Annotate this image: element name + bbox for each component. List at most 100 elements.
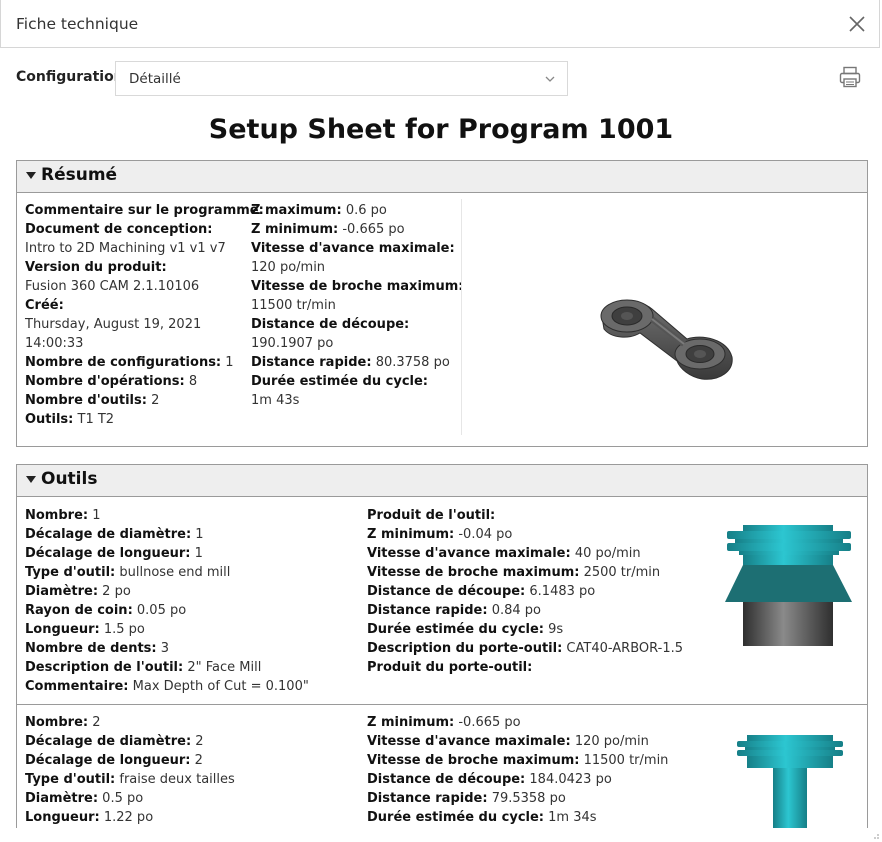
field-value: 0.6 po — [345, 203, 387, 218]
field-value: 11500 tr/min — [583, 753, 669, 768]
field-row: Décalage de diamètre: 1 — [25, 525, 309, 544]
field-label: Vitesse de broche maximum: — [367, 565, 580, 580]
part-image — [600, 299, 733, 380]
tools-panel-header[interactable]: Outils — [17, 465, 867, 497]
field-label: Décalage de longueur: — [25, 546, 191, 561]
field-label: Nombre d'opérations: — [25, 374, 185, 389]
field-row: 11500 tr/min — [251, 296, 463, 315]
print-icon[interactable] — [838, 65, 862, 89]
field-value: Thursday, August 19, 2021 — [25, 317, 202, 332]
field-label: Nombre de configurations: — [25, 355, 222, 370]
field-label: Produit du porte-outil: — [367, 660, 533, 675]
configuration-label: Configuration — [16, 69, 124, 85]
field-label: Z minimum: — [367, 715, 455, 730]
tools-panel-title: Outils — [41, 469, 98, 489]
tool1-left-column: Nombre: 1 Décalage de diamètre: 1 Décalage… — [25, 506, 309, 696]
field-row: Z minimum: -0.04 po — [367, 525, 683, 544]
setup-sheet-content[interactable]: Setup Sheet for Program 1001 Résumé Comm… — [0, 100, 882, 828]
field-row: 14:00:33 — [25, 334, 264, 353]
field-value: 1 — [194, 546, 203, 561]
field-label: Distance rapide: — [367, 603, 488, 618]
field-row: Commentaire sur le programme: — [25, 201, 264, 220]
field-value: 190.1907 po — [251, 336, 334, 351]
field-row: Distance rapide: 79.5358 po — [367, 789, 668, 808]
field-row: Produit du porte-outil: — [367, 658, 683, 677]
field-value: 14:00:33 — [25, 336, 84, 351]
field-label: Rayon de coin: — [25, 603, 133, 618]
field-value: 2500 tr/min — [583, 565, 661, 580]
configuration-select[interactable]: Détaillé — [115, 61, 568, 96]
field-row: 1m 43s — [251, 391, 463, 410]
field-row: Vitesse d'avance maximale: 40 po/min — [367, 544, 683, 563]
field-row: Longueur: 1.5 po — [25, 620, 309, 639]
summary-left-column: Commentaire sur le programme: Document de… — [25, 201, 264, 429]
field-label: Décalage de longueur: — [25, 753, 191, 768]
field-label: Décalage de diamètre: — [25, 527, 192, 542]
field-label: Description de l'outil: — [25, 660, 184, 675]
field-value: 120 po/min — [251, 260, 326, 275]
field-label: Nombre d'outils: — [25, 393, 147, 408]
field-label: Distance rapide: — [367, 791, 488, 806]
field-row: Description de l'outil: 2" Face Mill — [25, 658, 309, 677]
field-row: Outils: T1 T2 — [25, 410, 264, 429]
field-label: Type d'outil: — [25, 772, 116, 787]
title-bar: Fiche technique — [0, 0, 880, 48]
field-value: 2" Face Mill — [187, 660, 262, 675]
collapse-triangle-icon — [26, 476, 36, 483]
field-row: Distance de découpe: — [251, 315, 463, 334]
field-row: Vitesse de broche maximum: 2500 tr/min — [367, 563, 683, 582]
field-value: 0.5 po — [102, 791, 144, 806]
field-row: Distance de découpe: 184.0423 po — [367, 770, 668, 789]
field-value: Intro to 2D Machining v1 v1 v7 — [25, 241, 226, 256]
field-row: 190.1907 po — [251, 334, 463, 353]
field-value: 2 — [195, 734, 204, 749]
field-value: -0.665 po — [342, 222, 405, 237]
field-label: Z maximum: — [251, 203, 342, 218]
field-value: 79.5358 po — [491, 791, 566, 806]
field-value: 1m 43s — [251, 393, 300, 408]
tool2-image — [737, 735, 843, 828]
field-label: Durée estimée du cycle: — [367, 622, 544, 637]
field-value: 11500 tr/min — [251, 298, 336, 313]
field-row: Vitesse de broche maximum: — [251, 277, 463, 296]
field-row: Décalage de longueur: 2 — [25, 751, 235, 770]
field-row: Vitesse d'avance maximale: — [251, 239, 463, 258]
field-row: Rayon de coin: 0.05 po — [25, 601, 309, 620]
field-row: Vitesse d'avance maximale: 120 po/min — [367, 732, 668, 751]
field-label: Vitesse d'avance maximale: — [367, 546, 571, 561]
field-row: Nombre d'opérations: 8 — [25, 372, 264, 391]
field-value: fraise deux tailles — [119, 772, 235, 787]
field-value: -0.04 po — [458, 527, 513, 542]
field-label: Vitesse d'avance maximale: — [367, 734, 571, 749]
field-label: Vitesse de broche maximum: — [367, 753, 580, 768]
field-label: Z minimum: — [251, 222, 339, 237]
resize-grip-icon[interactable] — [870, 830, 880, 840]
field-label: Diamètre: — [25, 584, 99, 599]
field-value: 184.0423 po — [529, 772, 612, 787]
field-label: Décalage de diamètre: — [25, 734, 192, 749]
field-label: Diamètre: — [25, 791, 99, 806]
sheet-title: Setup Sheet for Program 1001 — [208, 114, 674, 145]
field-value: 1 — [92, 508, 101, 523]
field-label: Outils: — [25, 412, 74, 427]
field-row: Fusion 360 CAM 2.1.10106 — [25, 277, 264, 296]
summary-panel: Résumé Commentaire sur le programme: Docu… — [16, 160, 868, 447]
summary-panel-header[interactable]: Résumé — [17, 161, 867, 193]
field-value: 80.3758 po — [375, 355, 450, 370]
tool2-right-column: Z minimum: -0.665 po Vitesse d'avance max… — [367, 713, 668, 827]
field-row: Durée estimée du cycle: — [251, 372, 463, 391]
field-value: 2 po — [102, 584, 131, 599]
field-value: 2 — [92, 715, 101, 730]
field-row: Diamètre: 2 po — [25, 582, 309, 601]
field-row: Nombre de dents: 3 — [25, 639, 309, 658]
field-row: Z minimum: -0.665 po — [367, 713, 668, 732]
field-row: Distance de découpe: 6.1483 po — [367, 582, 683, 601]
field-label: Distance de découpe: — [367, 584, 526, 599]
close-icon[interactable] — [847, 14, 867, 34]
field-row: Thursday, August 19, 2021 — [25, 315, 264, 334]
field-value: 0.84 po — [491, 603, 541, 618]
field-label: Nombre: — [25, 508, 89, 523]
field-row: Produit de l'outil: — [367, 506, 683, 525]
field-row: Créé: — [25, 296, 264, 315]
field-label: Z minimum: — [367, 527, 455, 542]
